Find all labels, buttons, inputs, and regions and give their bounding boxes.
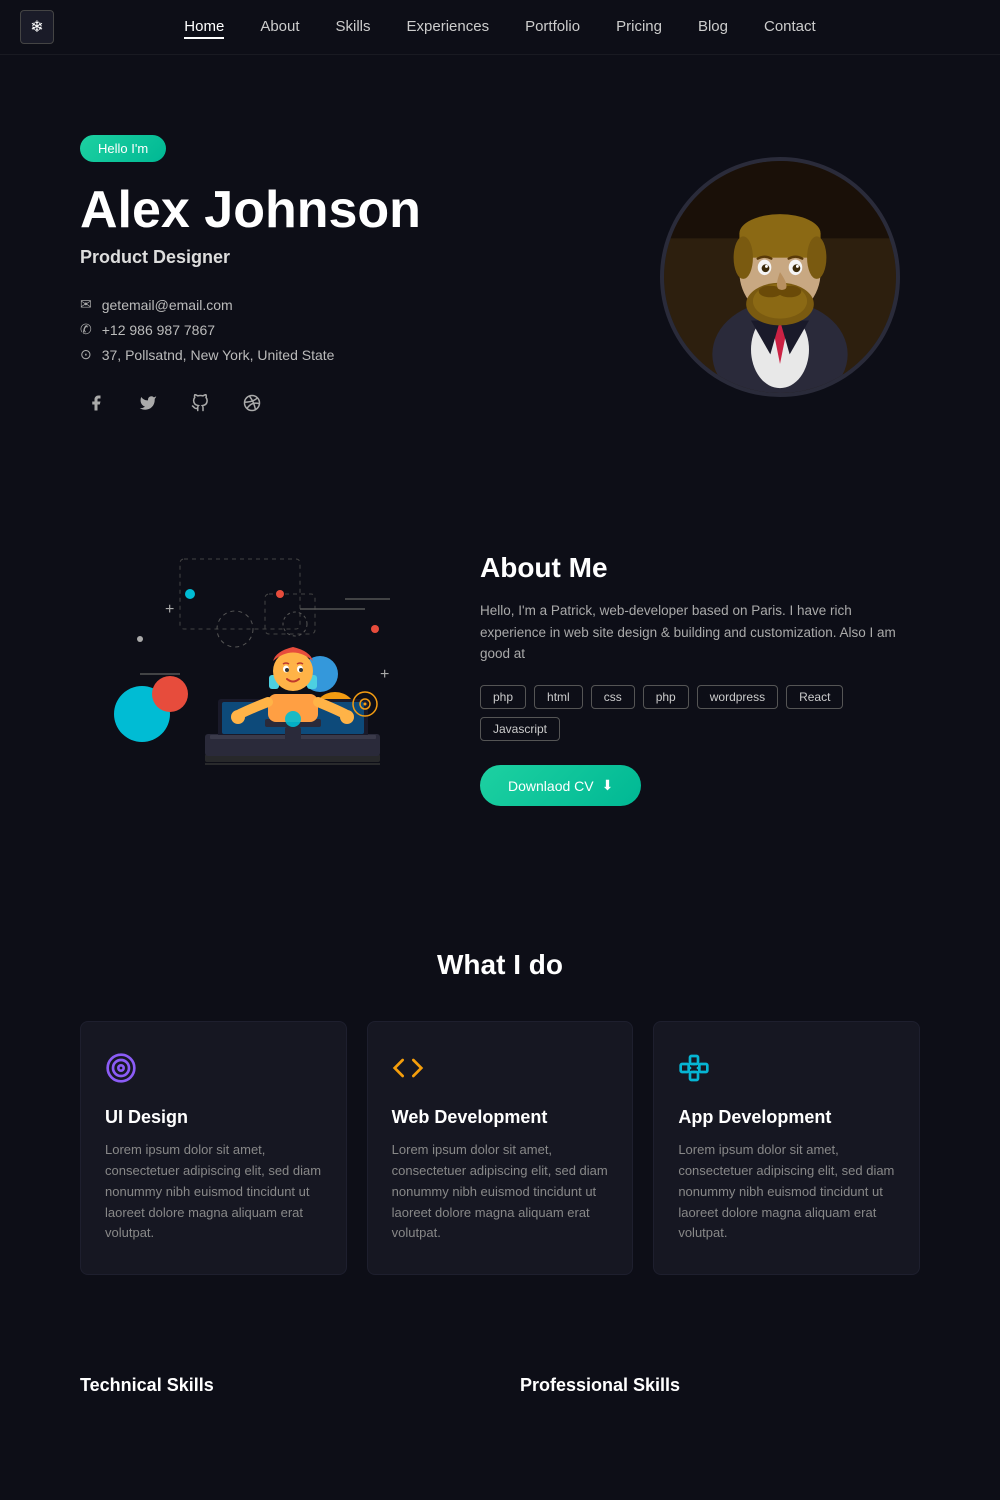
skill-tag: php xyxy=(480,685,526,709)
what-section: What I do UI Design Lorem ipsum dolor sit… xyxy=(0,879,1000,1335)
download-cv-button[interactable]: Downlaod CV ⬇ xyxy=(480,765,641,806)
github-link[interactable] xyxy=(184,387,216,419)
nav-item-pricing[interactable]: Pricing xyxy=(616,18,662,36)
github-icon xyxy=(191,394,209,412)
nav-item-home[interactable]: Home xyxy=(184,18,224,36)
avatar-image xyxy=(664,157,896,397)
hero-contact-list: ✉ getemail@email.com ✆ +12 986 987 7867 … xyxy=(80,296,640,363)
service-card: UI Design Lorem ipsum dolor sit amet, con… xyxy=(80,1021,347,1275)
twitter-icon xyxy=(139,394,157,412)
skill-tag: Javascript xyxy=(480,717,560,741)
nav-item-skills[interactable]: Skills xyxy=(336,18,371,36)
logo-icon[interactable]: ❄ xyxy=(20,10,54,44)
service-title: Web Development xyxy=(392,1107,609,1128)
skill-tag: html xyxy=(534,685,583,709)
service-card: App Development Lorem ipsum dolor sit ame… xyxy=(653,1021,920,1275)
about-heading: About Me xyxy=(480,552,920,584)
dribbble-link[interactable] xyxy=(236,387,268,419)
hero-avatar xyxy=(640,157,920,397)
professional-skills-col: Professional Skills xyxy=(520,1375,920,1416)
technical-skills-col: Technical Skills xyxy=(80,1375,480,1416)
phone-icon: ✆ xyxy=(80,321,92,338)
service-icon xyxy=(678,1052,895,1091)
contact-phone: ✆ +12 986 987 7867 xyxy=(80,321,640,338)
service-title: App Development xyxy=(678,1107,895,1128)
twitter-link[interactable] xyxy=(132,387,164,419)
skill-tag: css xyxy=(591,685,635,709)
skills-tags: phphtmlcssphpwordpressReactJavascript xyxy=(480,685,920,741)
skills-teaser: Technical Skills Professional Skills xyxy=(0,1335,1000,1446)
service-icon xyxy=(105,1052,322,1091)
download-label: Downlaod CV xyxy=(508,778,594,794)
about-content: About Me Hello, I'm a Patrick, web-devel… xyxy=(480,552,920,806)
skill-tag: React xyxy=(786,685,843,709)
developer-illustration: + + xyxy=(80,539,420,819)
service-card: Web Development Lorem ipsum dolor sit ame… xyxy=(367,1021,634,1275)
technical-skills-heading: Technical Skills xyxy=(80,1375,480,1396)
services-grid: UI Design Lorem ipsum dolor sit amet, con… xyxy=(80,1021,920,1275)
hero-section: Hello I'm Alex Johnson Product Designer … xyxy=(0,55,1000,479)
svg-text:+: + xyxy=(165,601,174,618)
avatar-circle xyxy=(660,157,900,397)
service-title: UI Design xyxy=(105,1107,322,1128)
hero-name: Alex Johnson xyxy=(80,182,640,239)
about-description: Hello, I'm a Patrick, web-developer base… xyxy=(480,600,920,665)
nav-item-experiences[interactable]: Experiences xyxy=(407,18,490,36)
service-description: Lorem ipsum dolor sit amet, consectetuer… xyxy=(678,1140,895,1244)
what-heading: What I do xyxy=(80,949,920,981)
location-icon: ⊙ xyxy=(80,346,92,363)
svg-text:+: + xyxy=(380,666,389,683)
service-description: Lorem ipsum dolor sit amet, consectetuer… xyxy=(392,1140,609,1244)
social-links xyxy=(80,387,640,419)
dribbble-icon xyxy=(243,394,261,412)
nav-item-contact[interactable]: Contact xyxy=(764,18,816,36)
contact-email: ✉ getemail@email.com xyxy=(80,296,640,313)
facebook-icon xyxy=(87,394,105,412)
download-icon: ⬇ xyxy=(602,777,614,794)
email-icon: ✉ xyxy=(80,296,92,313)
nav-menu: Home About Skills Experiences Portfolio Prici… xyxy=(184,18,815,36)
nav-item-blog[interactable]: Blog xyxy=(698,18,728,36)
service-icon xyxy=(392,1052,609,1091)
about-section: + + xyxy=(0,479,1000,879)
nav-item-about[interactable]: About xyxy=(260,18,299,36)
navbar: ❄ Home About Skills Experiences Portfolio Pri… xyxy=(0,0,1000,55)
professional-skills-heading: Professional Skills xyxy=(520,1375,920,1396)
nav-item-portfolio[interactable]: Portfolio xyxy=(525,18,580,36)
facebook-link[interactable] xyxy=(80,387,112,419)
about-illustration: + + xyxy=(80,539,420,819)
service-description: Lorem ipsum dolor sit amet, consectetuer… xyxy=(105,1140,322,1244)
hero-title: Product Designer xyxy=(80,247,640,268)
skill-tag: php xyxy=(643,685,689,709)
hello-badge: Hello I'm xyxy=(80,135,166,162)
contact-address: ⊙ 37, Pollsatnd, New York, United State xyxy=(80,346,640,363)
skill-tag: wordpress xyxy=(697,685,778,709)
hero-content: Hello I'm Alex Johnson Product Designer … xyxy=(80,135,640,419)
